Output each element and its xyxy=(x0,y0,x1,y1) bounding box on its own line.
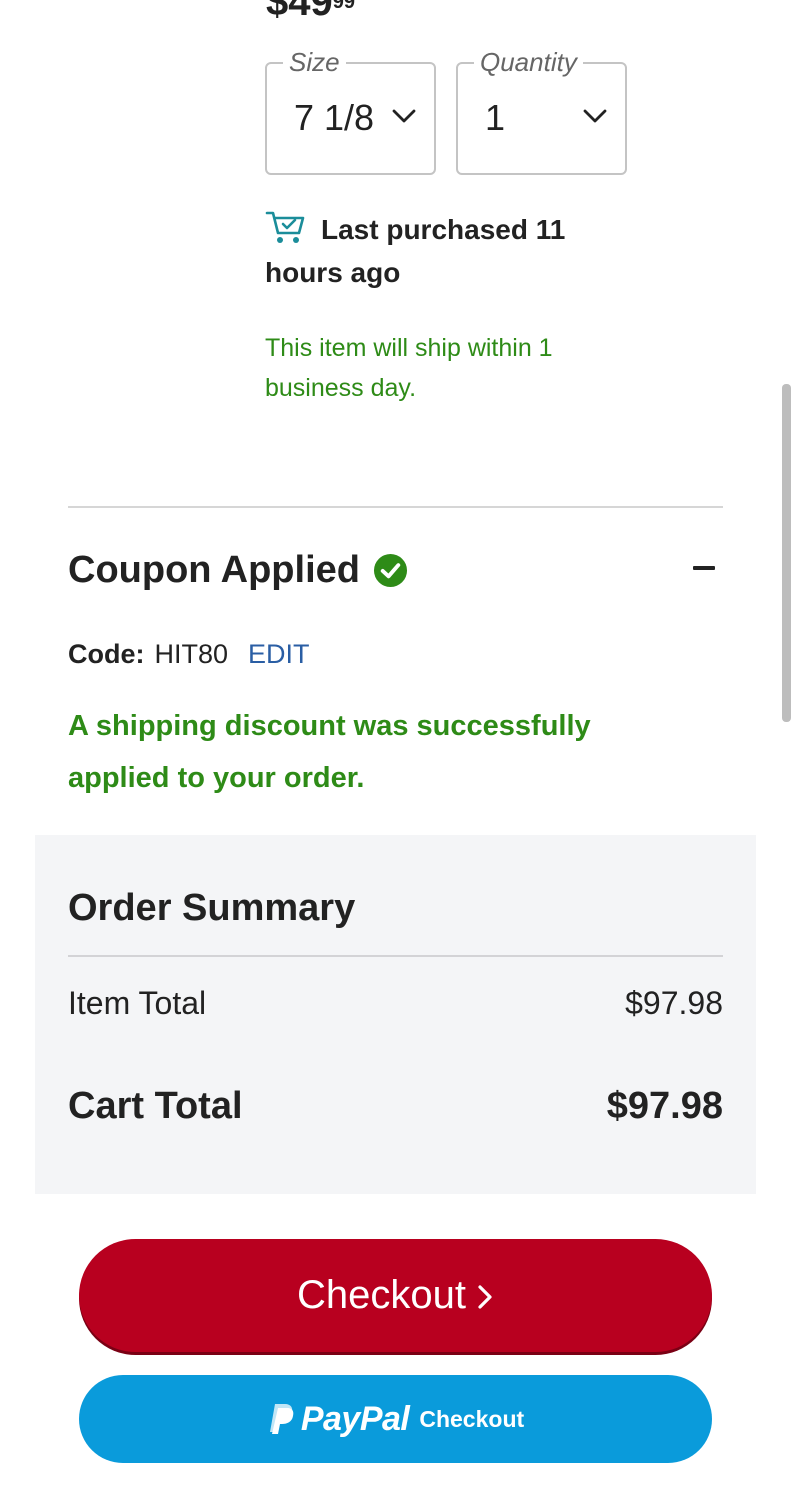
last-purchased-note: Last purchased 11 hours ago xyxy=(265,208,605,294)
coupon-edit-link[interactable]: EDIT xyxy=(248,639,310,669)
size-select-legend: Size xyxy=(283,47,346,77)
checkout-button[interactable]: Checkout xyxy=(79,1239,712,1352)
cart-total-value: $97.98 xyxy=(606,1085,723,1127)
coupon-code-label: Code: xyxy=(68,639,145,669)
minus-icon[interactable] xyxy=(693,566,715,570)
coupon-header[interactable]: Coupon Applied xyxy=(68,546,408,594)
size-select-value: 7 1/8 xyxy=(294,97,375,138)
chevron-down-icon xyxy=(392,108,416,128)
paypal-logo xyxy=(269,1404,294,1434)
cart-check-icon xyxy=(265,209,307,247)
ship-note: This item will ship within 1 business da… xyxy=(265,334,553,402)
price-cents: 99 xyxy=(332,0,355,13)
order-summary: Order Summary Item Total $97.98 Cart Tot… xyxy=(35,835,756,1194)
quantity-select-legend: Quantity xyxy=(474,47,583,77)
checkout-button-label: Checkout xyxy=(297,1273,466,1317)
check-circle-icon xyxy=(373,553,408,587)
price-whole: $49 xyxy=(266,0,333,24)
last-purchased-text: Last purchased 11 hours ago xyxy=(265,214,566,288)
chevron-down-icon xyxy=(583,108,607,128)
quantity-select-value: 1 xyxy=(485,97,506,138)
item-total-value: $97.98 xyxy=(625,985,723,1021)
size-select[interactable]: Size 7 1/8 xyxy=(265,47,436,175)
scrollbar[interactable] xyxy=(782,384,791,722)
order-summary-title: Order Summary xyxy=(68,887,356,929)
product-price: $4999 xyxy=(266,0,355,22)
coupon-code-value: HIT80 xyxy=(154,639,229,669)
divider xyxy=(68,506,723,508)
coupon-title: Coupon Applied xyxy=(68,549,360,591)
quantity-select[interactable]: Quantity 1 xyxy=(456,47,627,175)
item-total-label: Item Total xyxy=(68,985,207,1021)
chevron-right-icon xyxy=(478,1285,492,1309)
cart-page: $4999 Size 7 1/8 Quantity 1 Last purchas… xyxy=(0,0,791,1500)
coupon-success-message: A shipping discount was successfully app… xyxy=(68,710,591,794)
paypal-checkout-label: Checkout xyxy=(419,1405,525,1432)
divider xyxy=(68,955,723,957)
paypal-checkout-button[interactable]: PayPal Checkout xyxy=(79,1375,712,1463)
paypal-wordmark: PayPal xyxy=(300,1399,410,1438)
cart-total-label: Cart Total xyxy=(68,1085,243,1127)
coupon-code-line: Code: HIT80 EDIT xyxy=(68,636,310,672)
